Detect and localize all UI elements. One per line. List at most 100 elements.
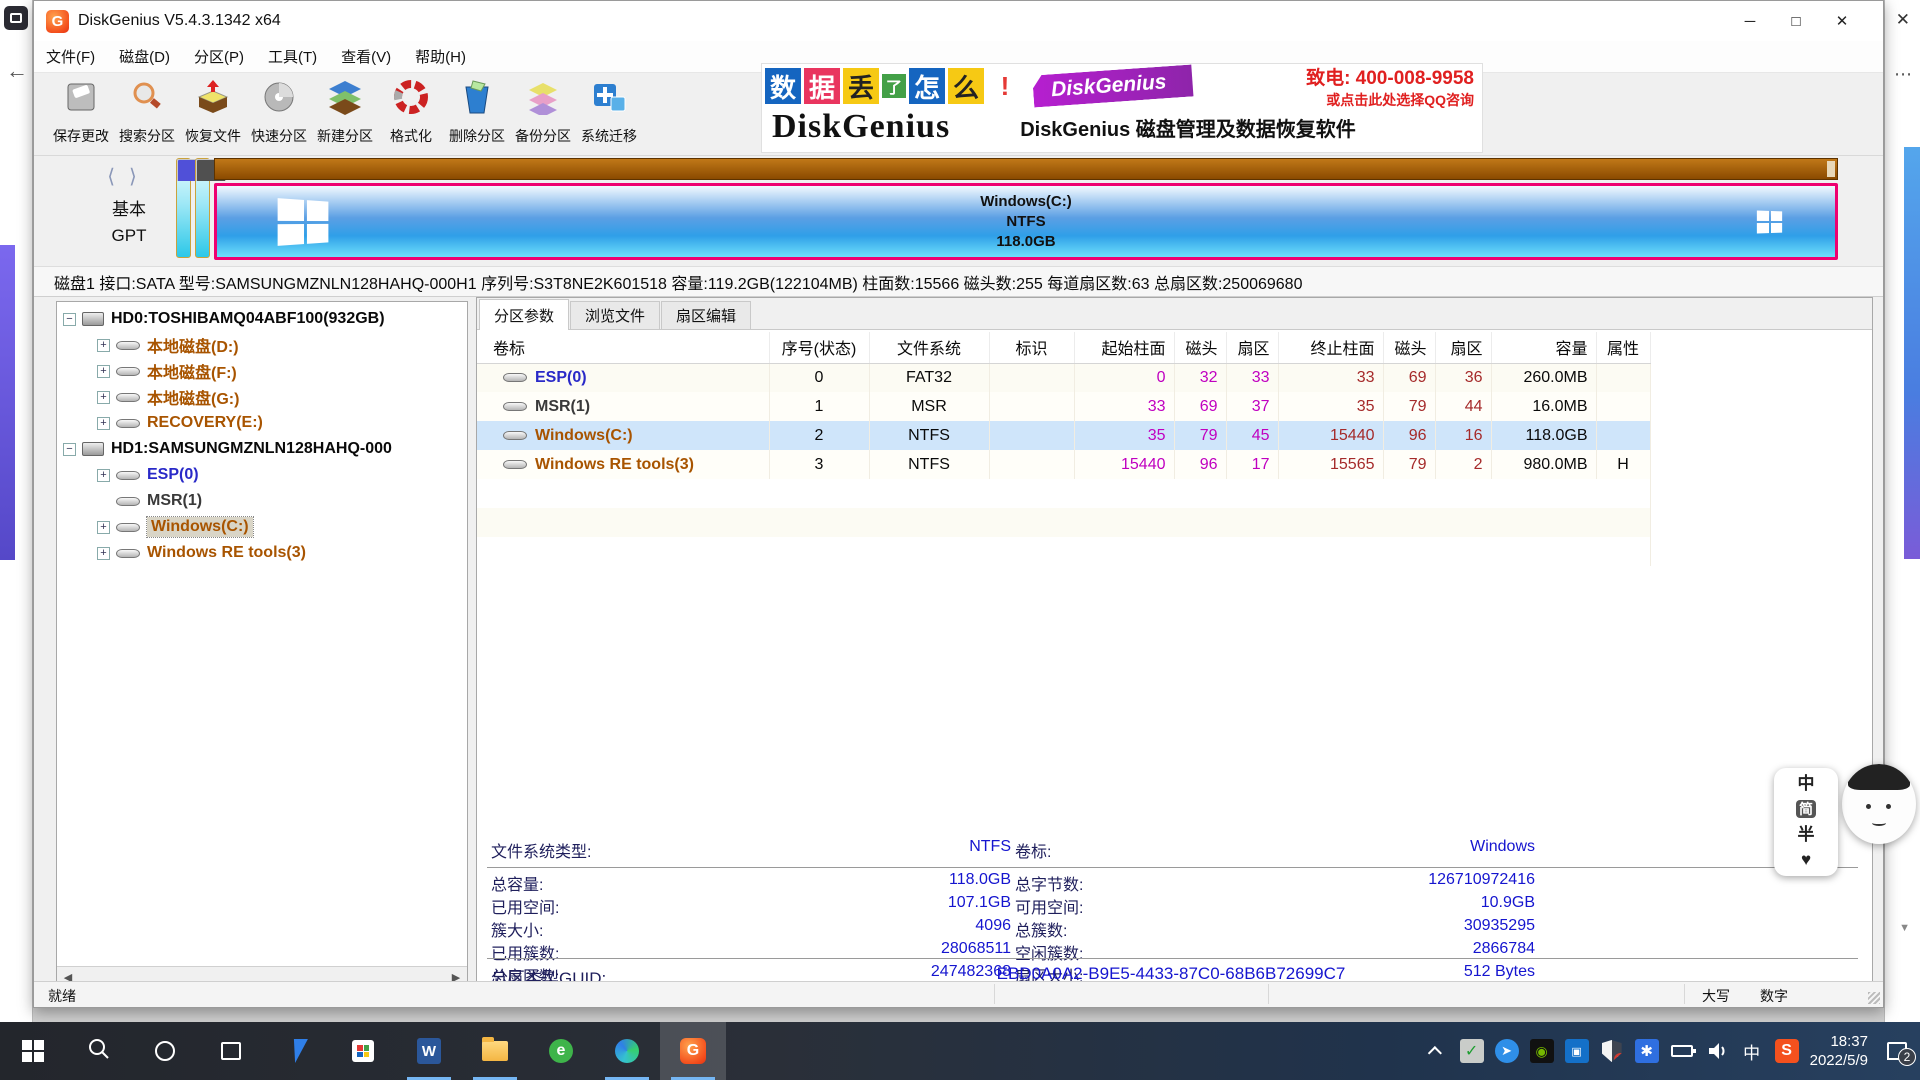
quick-partition-button[interactable]: 快速分区 [246, 73, 312, 151]
thunder-app-button[interactable] [264, 1022, 330, 1080]
tree-item-esp[interactable]: + ESP(0) [57, 462, 467, 488]
save-changes-button[interactable]: 保存更改 [48, 73, 114, 151]
next-disk-arrow[interactable]: ⟩ [129, 166, 151, 188]
notification-center-button[interactable]: 2 [1882, 1022, 1912, 1080]
table-row-msr[interactable]: MSR(1) 1 MSR 33 69 37 35 79 44 16.0MB [477, 392, 1650, 421]
tree-item-msr[interactable]: MSR(1) [57, 488, 467, 514]
collapse-icon[interactable]: − [63, 313, 76, 326]
tree-item-windows-c[interactable]: + Windows(C:) [57, 514, 467, 540]
system-migrate-button[interactable]: 系统迁移 [576, 73, 642, 151]
partition-icon [116, 471, 140, 480]
expand-icon[interactable]: + [97, 547, 110, 560]
task-view-button[interactable] [198, 1022, 264, 1080]
tree-item-local-f[interactable]: + 本地磁盘(F:) [57, 358, 467, 384]
tray-intel-graphics-icon[interactable]: ▣ [1565, 1039, 1589, 1063]
tree-item-local-d[interactable]: + 本地磁盘(D:) [57, 332, 467, 358]
resize-grip[interactable] [1868, 992, 1880, 1004]
table-row-windows-c-selected[interactable]: Windows(C:) 2 NTFS 35 79 45 15440 96 16 … [477, 421, 1650, 450]
menu-partition[interactable]: 分区(P) [182, 41, 256, 72]
selected-partition-block[interactable]: Windows(C:) NTFS 118.0GB [214, 183, 1838, 260]
status-bar: 就绪 大写 数字 [34, 981, 1883, 1007]
menu-disk[interactable]: 磁盘(D) [107, 41, 182, 72]
heart-icon[interactable]: ♥ [1801, 851, 1811, 869]
browser-360-button[interactable]: e [528, 1022, 594, 1080]
disk-overview-area: ⟨⟩ 基本 GPT Windows(C:) NTFS 118.0GB [34, 156, 1883, 266]
tray-battery-icon[interactable] [1670, 1039, 1694, 1063]
tree-item-recovery-e[interactable]: + RECOVERY(E:) [57, 410, 467, 436]
table-row-windows-re[interactable]: Windows RE tools(3) 3 NTFS 15440 96 17 1… [477, 450, 1650, 479]
prev-disk-arrow[interactable]: ⟨ [107, 166, 129, 188]
back-arrow-icon[interactable]: ← [6, 58, 28, 84]
partition-icon [503, 402, 527, 411]
background-close-icon[interactable]: ✕ [1896, 10, 1910, 30]
quick-partition-icon [261, 79, 297, 120]
close-button[interactable]: ✕ [1819, 5, 1865, 37]
tray-ime-indicator[interactable]: 中 [1740, 1039, 1764, 1063]
file-explorer-button[interactable] [462, 1022, 528, 1080]
minimize-button[interactable]: ─ [1727, 5, 1773, 37]
disk-header-bar[interactable] [214, 158, 1838, 180]
menu-view[interactable]: 查看(V) [329, 41, 403, 72]
tab-sector-edit[interactable]: 扇区编辑 [661, 301, 751, 329]
tray-volume-icon[interactable] [1705, 1039, 1729, 1063]
task-view-icon [221, 1042, 241, 1060]
delete-partition-button[interactable]: 删除分区 [444, 73, 510, 151]
taskbar-clock[interactable]: 18:37 2022/5/9 [1810, 1032, 1868, 1070]
menu-tools[interactable]: 工具(T) [256, 41, 329, 72]
tree-item-local-g[interactable]: + 本地磁盘(G:) [57, 384, 467, 410]
backup-partition-button[interactable]: 备份分区 [510, 73, 576, 151]
scroll-down-arrow-icon[interactable]: ▼ [1899, 922, 1910, 934]
expand-icon[interactable]: + [97, 417, 110, 430]
taskbar-search-button[interactable] [66, 1022, 132, 1080]
banner-qq-link[interactable]: 或点击此处选择QQ咨询 [1306, 90, 1474, 110]
edge-button[interactable] [594, 1022, 660, 1080]
tree-item-hd0[interactable]: − HD0:TOSHIBAMQ04ABF100(932GB) [57, 306, 467, 332]
ime-simplified-indicator[interactable]: 简 [1796, 800, 1816, 818]
search-partition-button[interactable]: 搜索分区 [114, 73, 180, 151]
tray-expand-chevron-icon[interactable] [1425, 1039, 1449, 1063]
ime-chinese-indicator[interactable]: 中 [1798, 775, 1815, 793]
clock-time: 18:37 [1810, 1032, 1868, 1051]
tray-snowflake-icon[interactable]: ✱ [1635, 1039, 1659, 1063]
collapse-icon[interactable]: − [63, 443, 76, 456]
expand-icon[interactable]: + [97, 391, 110, 404]
ms-store-button[interactable] [330, 1022, 396, 1080]
clock-date: 2022/5/9 [1810, 1051, 1868, 1070]
expand-icon[interactable]: + [97, 521, 110, 534]
tray-thunder-bird-icon[interactable]: ➤ [1495, 1039, 1519, 1063]
store-icon [352, 1040, 374, 1062]
disk-basic-label: 基本 [86, 195, 172, 220]
menu-help[interactable]: 帮助(H) [403, 41, 478, 72]
tab-browse-files[interactable]: 浏览文件 [570, 301, 660, 329]
recover-files-button[interactable]: 恢复文件 [180, 73, 246, 151]
table-row-esp[interactable]: ESP(0) 0 FAT32 0 32 33 33 69 36 260.0MB [477, 363, 1650, 392]
tray-antivirus-icon[interactable]: ✓ [1460, 1039, 1484, 1063]
word-app-button[interactable]: W [396, 1022, 462, 1080]
system-tray: ✓ ➤ ◉ ▣ ✕ ✱ 中 S 18:37 2022/5/9 2 [1425, 1022, 1920, 1080]
expand-icon[interactable]: + [97, 469, 110, 482]
tree-item-windows-re[interactable]: + Windows RE tools(3) [57, 540, 467, 566]
tab-partition-params[interactable]: 分区参数 [479, 299, 569, 330]
menu-file[interactable]: 文件(F) [34, 41, 107, 72]
expand-icon[interactable]: + [97, 365, 110, 378]
more-options-icon[interactable]: ⋯ [1894, 64, 1912, 85]
ad-banner[interactable]: 数 据 丢 了 怎 么 ! DiskGenius 致电: 400-008-995… [761, 63, 1483, 153]
start-button[interactable] [0, 1022, 66, 1080]
maximize-button[interactable]: □ [1773, 5, 1819, 37]
detail-value: 10.9GB [1015, 894, 1535, 912]
tray-nvidia-icon[interactable]: ◉ [1530, 1039, 1554, 1063]
format-button[interactable]: 格式化 [378, 73, 444, 151]
new-partition-button[interactable]: 新建分区 [312, 73, 378, 151]
tree-item-hd1[interactable]: − HD1:SAMSUNGMZNLN128HAHQ-000 [57, 436, 467, 462]
diskgenius-taskbar-button[interactable]: G [660, 1022, 726, 1080]
windows-re-logo-icon [1757, 211, 1783, 233]
sogou-mascot [1842, 764, 1916, 844]
cortana-button[interactable] [132, 1022, 198, 1080]
tray-sogou-icon[interactable]: S [1775, 1039, 1799, 1063]
partition-sliver-msr[interactable] [195, 158, 210, 258]
partition-sliver-esp[interactable] [176, 158, 191, 258]
expand-icon[interactable]: + [97, 339, 110, 352]
ime-halfwidth-indicator[interactable]: 半 [1798, 826, 1815, 844]
tray-defender-icon[interactable]: ✕ [1600, 1039, 1624, 1063]
sogou-ime-panel[interactable]: 中 简 半 ♥ [1774, 768, 1838, 876]
